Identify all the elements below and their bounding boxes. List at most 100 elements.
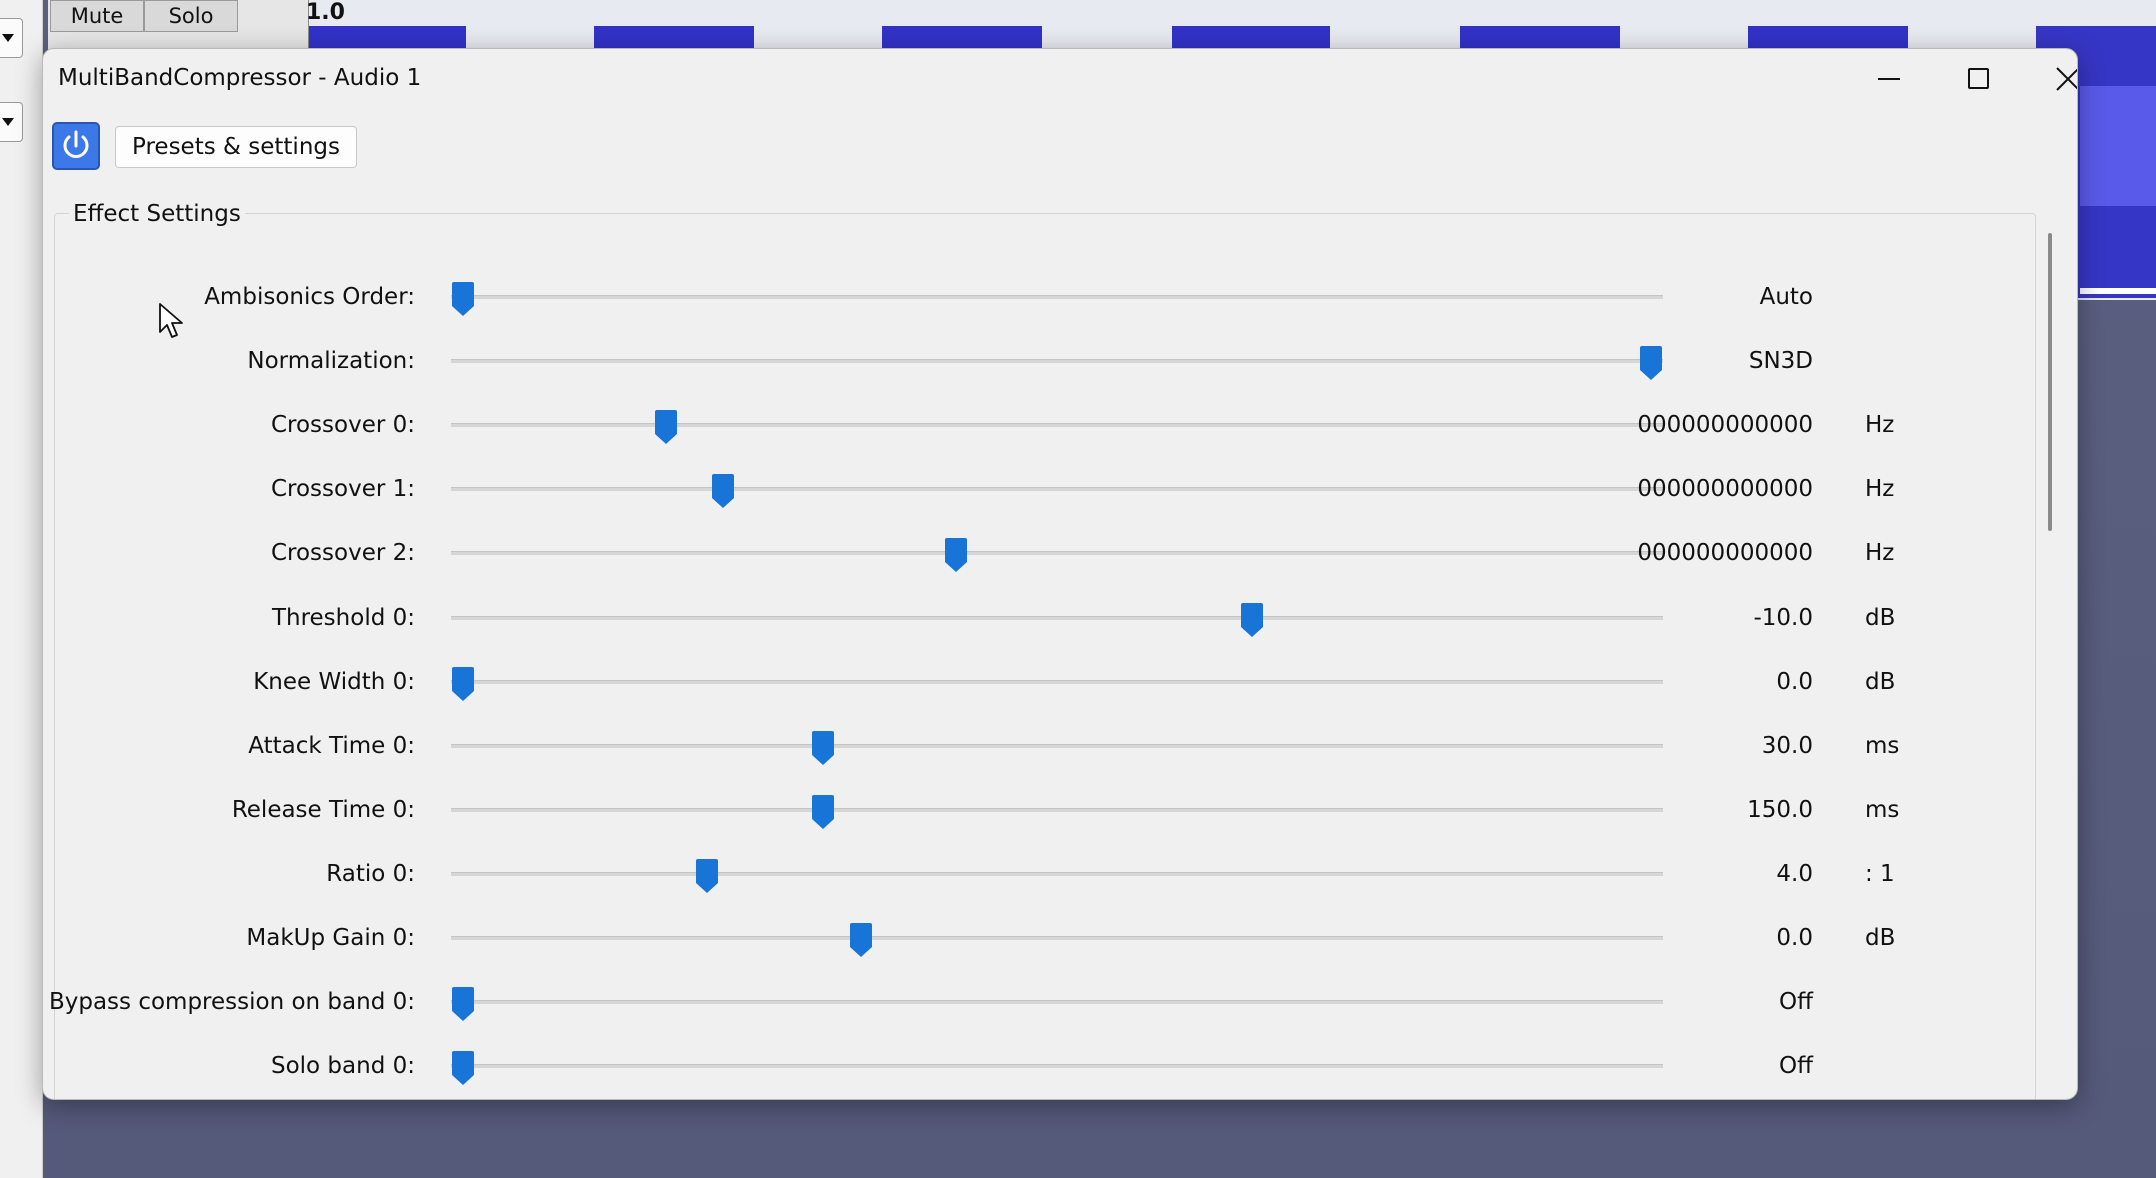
slider-track[interactable] bbox=[451, 487, 1663, 491]
setting-label: Release Time 0: bbox=[231, 797, 415, 823]
clip-edge bbox=[2080, 288, 2156, 294]
title-bar[interactable]: MultiBandCompressor - Audio 1 bbox=[43, 49, 2077, 109]
slider-track[interactable] bbox=[451, 551, 1663, 555]
audio-clip[interactable] bbox=[594, 26, 754, 48]
setting-value: 150.0 bbox=[1747, 797, 1813, 823]
setting-label: Bypass compression on band 0: bbox=[48, 989, 415, 1015]
dialog-title: MultiBandCompressor - Audio 1 bbox=[58, 65, 422, 91]
slider-track[interactable] bbox=[451, 1000, 1663, 1004]
presets-settings-button[interactable]: Presets & settings bbox=[115, 126, 357, 168]
slider-track[interactable] bbox=[451, 616, 1663, 620]
setting-unit: Hz bbox=[1865, 476, 1895, 502]
setting-row: Knee Width 0: 0.0 dB bbox=[43, 657, 2043, 707]
track-dropdown[interactable] bbox=[0, 18, 23, 58]
audio-clip[interactable] bbox=[308, 26, 466, 48]
setting-value: 30.0 bbox=[1761, 733, 1813, 759]
audio-clip[interactable] bbox=[882, 26, 1042, 48]
setting-label: Knee Width 0: bbox=[253, 669, 415, 695]
minimize-icon bbox=[1878, 78, 1900, 80]
setting-label: Attack Time 0: bbox=[248, 733, 415, 759]
setting-value: 000000000000 bbox=[1637, 476, 1813, 502]
slider-track[interactable] bbox=[451, 1064, 1663, 1068]
slider-track[interactable] bbox=[451, 680, 1663, 684]
power-button[interactable] bbox=[52, 122, 100, 170]
slider-thumb[interactable] bbox=[945, 538, 968, 572]
setting-row: MakUp Gain 0: 0.0 dB bbox=[43, 913, 2043, 963]
maximize-button[interactable] bbox=[1933, 49, 2023, 109]
maximize-icon bbox=[1968, 68, 1989, 89]
setting-row: Crossover 1: 000000000000 Hz bbox=[43, 464, 2043, 514]
setting-value: 4.0 bbox=[1776, 861, 1813, 887]
slider-track[interactable] bbox=[451, 295, 1663, 299]
setting-row: Bypass compression on band 0: Off bbox=[43, 977, 2043, 1027]
slider-track[interactable] bbox=[451, 872, 1663, 876]
setting-unit: dB bbox=[1865, 925, 1896, 951]
setting-value: Off bbox=[1779, 989, 1813, 1015]
mute-button[interactable]: Mute bbox=[50, 0, 144, 32]
setting-row: Ambisonics Order: Auto bbox=[43, 272, 2043, 322]
clip-highlight bbox=[2080, 86, 2156, 206]
slider-track[interactable] bbox=[451, 423, 1663, 427]
setting-label: Crossover 1: bbox=[270, 476, 415, 502]
slider-thumb[interactable] bbox=[1640, 346, 1662, 380]
slider-thumb[interactable] bbox=[811, 795, 834, 829]
slider-track[interactable] bbox=[451, 359, 1663, 363]
setting-label: Ratio 0: bbox=[326, 861, 415, 887]
close-button[interactable] bbox=[2023, 49, 2077, 109]
setting-row: Threshold 0: -10.0 dB bbox=[43, 593, 2043, 643]
slider-thumb[interactable] bbox=[452, 1051, 474, 1085]
audio-clip[interactable] bbox=[1172, 26, 1330, 48]
setting-label: Solo band 0: bbox=[270, 1053, 415, 1079]
setting-value: 0.0 bbox=[1776, 925, 1813, 951]
slider-track[interactable] bbox=[451, 936, 1663, 940]
setting-value: SN3D bbox=[1748, 348, 1813, 374]
chevron-down-icon bbox=[2, 34, 14, 42]
track-dropdown[interactable] bbox=[0, 102, 23, 142]
setting-value: 000000000000 bbox=[1637, 540, 1813, 566]
setting-value: 000000000000 bbox=[1637, 412, 1813, 438]
setting-value: Off bbox=[1779, 1053, 1813, 1079]
setting-unit: Hz bbox=[1865, 540, 1895, 566]
slider-track[interactable] bbox=[451, 808, 1663, 812]
effect-dialog: MultiBandCompressor - Audio 1 Presets & … bbox=[42, 48, 2078, 1100]
setting-unit: ms bbox=[1865, 733, 1900, 759]
slider-thumb[interactable] bbox=[452, 282, 474, 316]
chevron-down-icon bbox=[2, 118, 14, 126]
slider-thumb[interactable] bbox=[1240, 603, 1263, 637]
solo-button[interactable]: Solo bbox=[144, 0, 238, 32]
setting-unit: ms bbox=[1865, 797, 1900, 823]
setting-row: Release Time 0: 150.0 ms bbox=[43, 785, 2043, 835]
setting-row: Crossover 2: 000000000000 Hz bbox=[43, 528, 2043, 578]
scrollbar-thumb[interactable] bbox=[2048, 233, 2052, 531]
setting-row: Normalization: SN3D bbox=[43, 336, 2043, 386]
slider-thumb[interactable] bbox=[655, 410, 678, 444]
setting-row: Ratio 0: 4.0: 1 bbox=[43, 849, 2043, 899]
setting-label: Crossover 2: bbox=[270, 540, 415, 566]
audio-clip[interactable] bbox=[1748, 26, 1908, 48]
setting-value: Auto bbox=[1759, 284, 1813, 310]
close-icon bbox=[2056, 67, 2077, 91]
audio-clip[interactable] bbox=[1460, 26, 1620, 48]
setting-row: Attack Time 0: 30.0 ms bbox=[43, 721, 2043, 771]
mouse-cursor-icon bbox=[159, 303, 183, 338]
left-panel bbox=[0, 0, 43, 1178]
slider-thumb[interactable] bbox=[712, 474, 735, 508]
setting-unit: Hz bbox=[1865, 412, 1895, 438]
slider-track[interactable] bbox=[451, 744, 1663, 748]
setting-label: Normalization: bbox=[247, 348, 415, 374]
minimize-button[interactable] bbox=[1843, 49, 1933, 109]
slider-thumb[interactable] bbox=[452, 987, 474, 1021]
gain-value: 1.0 bbox=[306, 0, 345, 25]
slider-thumb[interactable] bbox=[452, 667, 474, 701]
setting-label: Ambisonics Order: bbox=[204, 284, 415, 310]
effect-settings-label: Effect Settings bbox=[69, 201, 245, 227]
setting-label: Crossover 0: bbox=[270, 412, 415, 438]
setting-value: 0.0 bbox=[1776, 669, 1813, 695]
slider-thumb[interactable] bbox=[849, 923, 872, 957]
slider-thumb[interactable] bbox=[811, 731, 834, 765]
setting-row: Crossover 0: 000000000000 Hz bbox=[43, 400, 2043, 450]
power-icon bbox=[63, 130, 89, 158]
setting-row: Solo band 0: Off bbox=[43, 1041, 2043, 1091]
setting-unit: dB bbox=[1865, 605, 1896, 631]
slider-thumb[interactable] bbox=[695, 859, 718, 893]
